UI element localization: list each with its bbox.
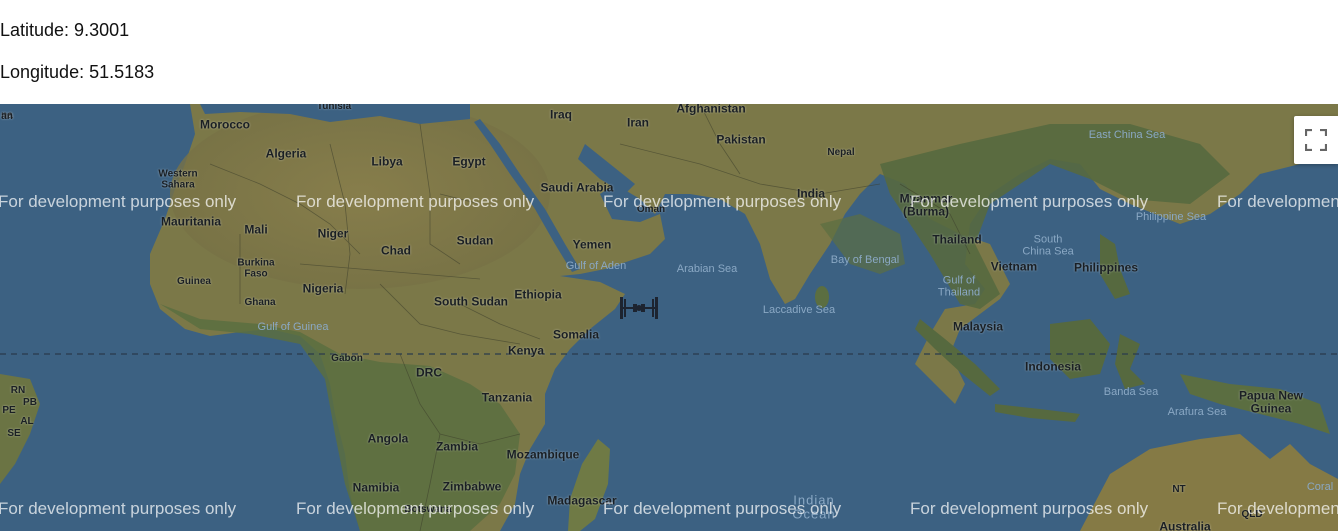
map-label-country: Tanzania [481, 390, 533, 405]
map-label-partial: PE [2, 404, 16, 416]
map-label-country: Iran [626, 115, 650, 130]
map-label-partial: an [1, 110, 13, 122]
map-label-country: Iraq [549, 107, 573, 122]
map-label-country: Zimbabwe [442, 479, 502, 494]
map-label-country: Thailand [932, 232, 982, 247]
map-label-country: Afghanistan [676, 104, 746, 116]
map-label-country: Yemen [572, 237, 612, 252]
map-label-country: Chad [381, 243, 411, 258]
iss-satellite-icon [620, 297, 658, 319]
map-label-country: Nigeria [302, 281, 344, 296]
island-java [995, 404, 1080, 422]
map-label-water: Gulf of Guinea [257, 321, 329, 334]
map-label-country: Tunisia [316, 104, 352, 112]
map-label-water: Arabian Sea [676, 263, 738, 276]
map-label-country: Western Sahara [158, 168, 198, 190]
fullscreen-icon [1305, 129, 1327, 151]
map-basemap [0, 104, 1338, 531]
map-label-country: DRC [416, 365, 442, 380]
map-label-water: Arafura Sea [1167, 406, 1227, 419]
iss-marker[interactable] [620, 295, 658, 321]
map-label-partial: PB [23, 396, 37, 408]
dev-watermark: For development purposes only [0, 499, 237, 518]
map-label-country: Ethiopia [514, 287, 562, 302]
map-label-country: Egypt [452, 154, 486, 169]
map-label-water: Gulf of Aden [565, 260, 627, 273]
map-label-country: Burkina Faso [237, 257, 275, 279]
map-label-country: Morocco [199, 117, 251, 132]
map-label-water: East China Sea [1088, 129, 1166, 142]
map-label-country: South Sudan [434, 294, 508, 309]
map-view[interactable]: na an RN PB PE AL SE Tunisia Afghanistan… [0, 104, 1338, 531]
map-label-country: Algeria [265, 146, 307, 161]
dev-watermark: For development purposes only [296, 192, 535, 211]
coordinates-panel: Latitude: 9.3001 Longitude: 51.5183 [0, 0, 1338, 104]
map-label-country: Mali [244, 222, 268, 237]
map-label-country: Philippines [1073, 260, 1139, 275]
map-label-country: Nepal [827, 146, 855, 158]
map-label-country: Guinea [177, 275, 211, 287]
map-label-country: Somalia [552, 327, 600, 342]
map-label-country: Pakistan [716, 132, 766, 147]
map-label-country: Mauritania [160, 214, 222, 229]
map-label-water: Banda Sea [1103, 386, 1159, 399]
map-label-country: Sudan [456, 233, 494, 248]
map-label-partial: RN [10, 384, 26, 396]
fullscreen-button[interactable] [1294, 116, 1338, 164]
map-label-water: South China Sea [1022, 233, 1074, 257]
map-label-water: Philippine Sea [1135, 211, 1207, 224]
map-label-country: Zambia [435, 439, 479, 454]
map-label-country: Indonesia [1024, 359, 1082, 374]
map-label-state: NT [1172, 483, 1186, 495]
map-label-water: Laccadive Sea [762, 304, 836, 317]
island-sulawesi [1115, 334, 1145, 389]
dev-watermark: For development purposes only [603, 192, 842, 211]
map-label-country: Namibia [352, 480, 400, 495]
map-label-country: Gabon [331, 352, 363, 364]
longitude-readout: Longitude: 51.5183 [0, 62, 155, 82]
map-label-partial: AL [20, 415, 34, 427]
map-label-country: Angola [367, 431, 409, 446]
map-label-country: Mozambique [506, 447, 580, 462]
dev-watermark: For development purposes only [1217, 499, 1338, 518]
map-label-water: Gulf of Thailand [937, 274, 981, 298]
map-label-country: Malaysia [952, 319, 1004, 334]
map-label-country: Ghana [244, 296, 276, 308]
dev-watermark: For development purposes only [296, 499, 535, 518]
map-label-country: Niger [317, 226, 349, 241]
latitude-readout: Latitude: 9.3001 [0, 20, 130, 40]
map-label-water: Coral [1306, 481, 1334, 494]
map-label-country: Kenya [507, 343, 545, 358]
map-label-partial: SE [7, 427, 21, 439]
dev-watermark: For development purposes only [1217, 192, 1338, 211]
dev-watermark: For development purposes only [0, 192, 237, 211]
dev-watermark: For development purposes only [910, 499, 1149, 518]
dev-watermark: For development purposes only [910, 192, 1149, 211]
map-label-country: Papua New Guinea [1238, 388, 1304, 415]
map-label-water: Bay of Bengal [830, 254, 900, 267]
map-label-country: Libya [371, 154, 403, 169]
map-label-country: Vietnam [990, 259, 1038, 274]
dev-watermark: For development purposes only [603, 499, 842, 518]
map-label-country: Australia [1159, 519, 1211, 531]
